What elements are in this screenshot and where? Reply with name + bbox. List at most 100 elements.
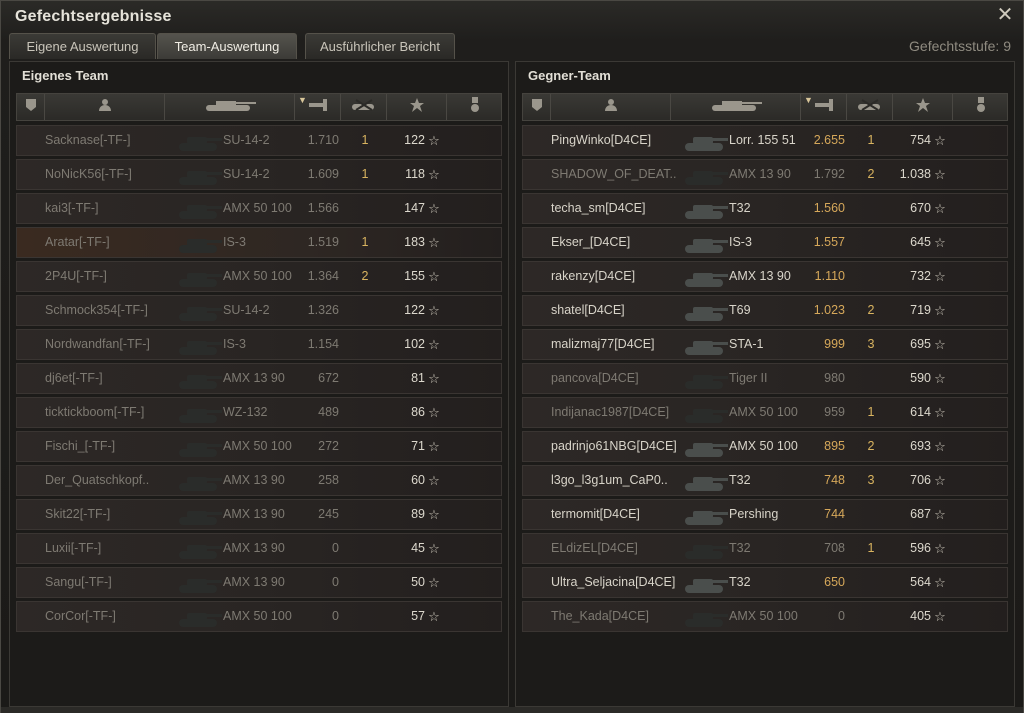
damage-value: 0: [332, 575, 339, 589]
table-row[interactable]: pancova[D4CE] Tiger II 980 590 ☆: [522, 363, 1008, 394]
sort-desc-icon: ▼: [804, 95, 813, 105]
player-name: ticktickboom[-TF-]: [45, 405, 145, 419]
table-row[interactable]: Der_Quatschkopf.. AMX 13 90 258 60 ☆: [16, 465, 502, 496]
table-row[interactable]: kai3[-TF-] AMX 50 100 1.566 147 ☆: [16, 193, 502, 224]
table-row[interactable]: PingWinko[D4CE] Lorr. 155 51 2.655 1 754 ☆: [522, 125, 1008, 156]
damage-value: 1.023: [813, 303, 845, 317]
player-name: The_Kada[D4CE]: [551, 609, 649, 623]
header-badge[interactable]: [17, 94, 45, 120]
sort-desc-icon: ▼: [298, 95, 307, 105]
vehicle-name: T69: [729, 303, 751, 317]
table-row[interactable]: termomit[D4CE] Pershing 744 687 ☆: [522, 499, 1008, 530]
table-row[interactable]: Luxii[-TF-] AMX 13 90 0 45 ☆: [16, 533, 502, 564]
xp-value: 706: [910, 473, 931, 487]
damage-value: 1.364: [307, 269, 339, 283]
medal-icon: [975, 96, 987, 118]
table-row[interactable]: SHADOW_OF_DEAT.. AMX 13 90 1.792 2 1.038 ☆: [522, 159, 1008, 190]
star-icon: ☆: [934, 371, 946, 386]
xp-value: 693: [910, 439, 931, 453]
header-player[interactable]: [45, 94, 165, 120]
table-row[interactable]: The_Kada[D4CE] AMX 50 100 0 405 ☆: [522, 601, 1008, 632]
damage-value: 748: [824, 473, 845, 487]
damage-value: 258: [318, 473, 339, 487]
kills-value: 2: [867, 439, 875, 453]
table-row[interactable]: CorCor[-TF-] AMX 50 100 0 57 ☆: [16, 601, 502, 632]
star-icon: ☆: [934, 575, 946, 590]
tank-thumbnail-icon: [683, 367, 729, 391]
star-icon: ☆: [428, 575, 440, 590]
table-row[interactable]: Fischi_[-TF-] AMX 50 100 272 71 ☆: [16, 431, 502, 462]
header-vehicle[interactable]: [671, 94, 801, 120]
player-name: Ekser_[D4CE]: [551, 235, 631, 249]
bottom-strip: [1, 707, 1023, 713]
kills-value: [355, 296, 375, 325]
table-row[interactable]: shatel[D4CE] T69 1.023 2 719 ☆: [522, 295, 1008, 326]
header-player[interactable]: [551, 94, 671, 120]
table-row[interactable]: Sangu[-TF-] AMX 13 90 0 50 ☆: [16, 567, 502, 598]
star-icon: ☆: [428, 541, 440, 556]
table-row[interactable]: Ekser_[D4CE] IS-3 1.557 645 ☆: [522, 227, 1008, 258]
table-row[interactable]: padrinjo61NBG[D4CE] AMX 50 100 895 2 693 ☆: [522, 431, 1008, 462]
star-icon: [915, 97, 930, 117]
table-row[interactable]: dj6et[-TF-] AMX 13 90 672 81 ☆: [16, 363, 502, 394]
star-icon: [409, 97, 424, 117]
header-kills[interactable]: [847, 94, 893, 120]
star-icon: ☆: [934, 269, 946, 284]
tab-team-evaluation[interactable]: Team-Auswertung: [157, 33, 297, 59]
table-row[interactable]: Indijanac1987[D4CE] AMX 50 100 959 1 614 ☆: [522, 397, 1008, 428]
damage-value: 1.560: [813, 201, 845, 215]
title-bar[interactable]: Gefechtsergebnisse ✕: [1, 1, 1023, 31]
header-badge[interactable]: [523, 94, 551, 120]
player-name: Skit22[-TF-]: [45, 507, 111, 521]
header-medals[interactable]: [953, 94, 1009, 120]
kills-value: [861, 228, 881, 257]
xp-value: 754: [910, 133, 931, 147]
table-row[interactable]: Ultra_Seljacina[D4CE] T32 650 564 ☆: [522, 567, 1008, 598]
tank-thumbnail-icon: [683, 163, 729, 187]
header-xp[interactable]: [387, 94, 447, 120]
damage-value: 980: [824, 371, 845, 385]
player-name: Sacknase[-TF-]: [45, 133, 131, 147]
table-row[interactable]: l3go_l3g1um_CaP0.. T32 748 3 706 ☆: [522, 465, 1008, 496]
header-damage[interactable]: ▼: [801, 94, 847, 120]
player-name: ELdizEL[D4CE]: [551, 541, 638, 555]
kills-value: [861, 500, 881, 529]
enemy-team-column-header: ▼: [522, 93, 1008, 121]
table-row[interactable]: malizmaj77[D4CE] STA-1 999 3 695 ☆: [522, 329, 1008, 360]
kills-value: [355, 500, 375, 529]
kills-value: 2: [867, 167, 875, 181]
header-medals[interactable]: [447, 94, 503, 120]
player-name: Aratar[-TF-]: [45, 235, 110, 249]
tank-thumbnail-icon: [683, 469, 729, 493]
kills-icon: [856, 98, 884, 117]
damage-value: 744: [824, 507, 845, 521]
kills-value: [355, 602, 375, 631]
damage-value: 1.710: [307, 133, 339, 147]
table-row[interactable]: Nordwandfan[-TF-] IS-3 1.154 102 ☆: [16, 329, 502, 360]
xp-value: 86: [411, 405, 425, 419]
table-row[interactable]: rakenzy[D4CE] AMX 13 90 1.110 732 ☆: [522, 261, 1008, 292]
header-xp[interactable]: [893, 94, 953, 120]
table-row[interactable]: Schmock354[-TF-] SU-14-2 1.326 122 ☆: [16, 295, 502, 326]
tab-own-evaluation[interactable]: Eigene Auswertung: [9, 33, 156, 59]
tab-detailed-report[interactable]: Ausführlicher Bericht: [305, 33, 455, 59]
damage-icon: [307, 98, 329, 117]
tank-thumbnail-icon: [683, 435, 729, 459]
table-row[interactable]: Sacknase[-TF-] SU-14-2 1.710 1 122 ☆: [16, 125, 502, 156]
table-row[interactable]: techa_sm[D4CE] T32 1.560 670 ☆: [522, 193, 1008, 224]
table-row[interactable]: Aratar[-TF-] IS-3 1.519 1 183 ☆: [16, 227, 502, 258]
table-row[interactable]: ticktickboom[-TF-] WZ-132 489 86 ☆: [16, 397, 502, 428]
xp-value: 45: [411, 541, 425, 555]
header-vehicle[interactable]: [165, 94, 295, 120]
star-icon: ☆: [934, 303, 946, 318]
header-damage[interactable]: ▼: [295, 94, 341, 120]
vehicle-name: AMX 50 100: [223, 609, 292, 623]
table-row[interactable]: ELdizEL[D4CE] T32 708 1 596 ☆: [522, 533, 1008, 564]
tank-thumbnail-icon: [177, 265, 223, 289]
table-row[interactable]: NoNicK56[-TF-] SU-14-2 1.609 1 118 ☆: [16, 159, 502, 190]
header-kills[interactable]: [341, 94, 387, 120]
close-icon[interactable]: ✕: [995, 5, 1015, 25]
table-row[interactable]: Skit22[-TF-] AMX 13 90 245 89 ☆: [16, 499, 502, 530]
vehicle-name: SU-14-2: [223, 133, 270, 147]
table-row[interactable]: 2P4U[-TF-] AMX 50 100 1.364 2 155 ☆: [16, 261, 502, 292]
